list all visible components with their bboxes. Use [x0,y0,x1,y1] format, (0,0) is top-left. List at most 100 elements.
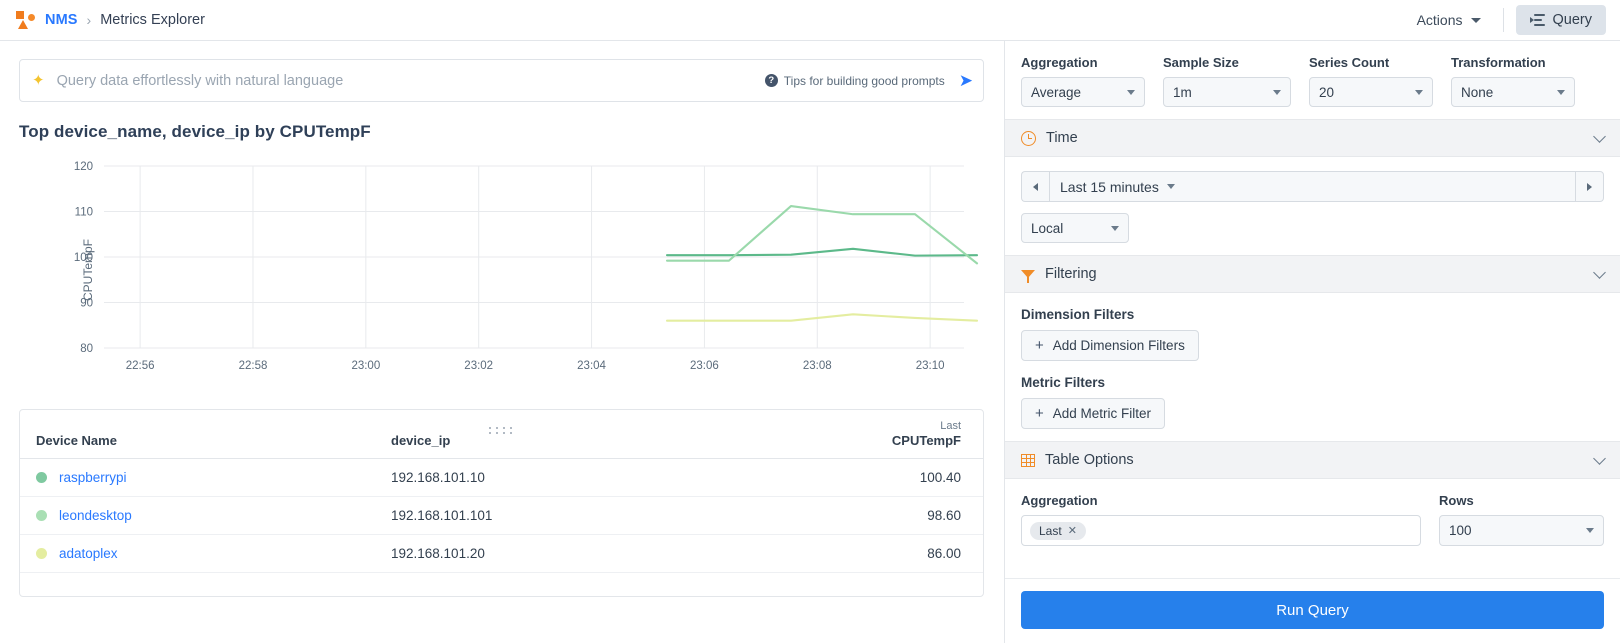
field-sample-size: Sample Size 1m [1163,55,1291,107]
timezone-select[interactable]: Local [1021,213,1129,243]
grid-icon [1021,453,1035,467]
column-header-device-name[interactable]: Device Name [20,410,375,459]
series-color-dot [36,548,47,559]
aggregation-select[interactable]: Average [1021,77,1145,107]
section-header-filtering[interactable]: Filtering [1005,255,1620,293]
search-input[interactable] [54,71,765,90]
query-panel-icon [1529,14,1545,26]
table-options-row: Aggregation Last ✕ Rows 100 [1021,493,1604,546]
close-icon[interactable]: ✕ [1068,524,1077,537]
column-label-device-name: Device Name [36,433,117,448]
top-bar-right: Actions Query [1407,5,1606,35]
cell-cputempf: 98.60 [755,496,983,535]
device-name-link[interactable]: leondesktop [59,508,132,523]
svg-text:23:04: 23:04 [577,360,606,372]
breadcrumb-metrics-explorer: Metrics Explorer [100,12,205,28]
chevron-down-icon[interactable] [1593,129,1606,143]
column-label-device-ip: device_ip [391,433,451,448]
svg-text:80: 80 [80,343,93,355]
send-query-icon[interactable]: ➤ [959,72,973,89]
chevron-down-icon[interactable] [1593,265,1606,279]
svg-text:22:56: 22:56 [126,360,155,372]
column-header-cputempf[interactable]: Last CPUTempF [755,410,983,459]
label-sample-size: Sample Size [1163,55,1239,70]
sample-size-value: 1m [1173,84,1192,100]
cell-device-name: leondesktop [20,496,375,535]
column-header-device-ip[interactable]: device_ip [375,410,755,459]
section-body-filtering: Dimension Filters + Add Dimension Filter… [1005,293,1620,441]
funnel-icon [1021,270,1035,283]
chart-resize-handle[interactable] [0,427,1004,434]
query-panel: Aggregation Average Sample Size 1m Serie… [1004,41,1620,643]
svg-text:23:00: 23:00 [351,360,380,372]
breadcrumb-separator: › [86,12,92,28]
chevron-down-icon [1470,17,1481,23]
svg-text:23:02: 23:02 [464,360,493,372]
time-range-row: Last 15 minutes [1021,171,1604,202]
add-dimension-filters-button[interactable]: + Add Dimension Filters [1021,330,1199,361]
table-row[interactable]: adatoplex 192.168.101.20 86.00 [20,534,983,573]
field-aggregation: Aggregation Average [1021,55,1145,107]
device-name-link[interactable]: adatoplex [59,546,118,561]
rows-select[interactable]: 100 [1439,515,1604,546]
time-range-next-button[interactable] [1576,171,1604,202]
device-name-link[interactable]: raspberrypi [59,470,127,485]
table-row[interactable]: leondesktop 192.168.101.101 98.60 [20,496,983,535]
run-query-button[interactable]: Run Query [1021,591,1604,629]
table-row[interactable]: raspberrypi 192.168.101.10 100.40 [20,458,983,497]
cell-cputempf: 100.40 [755,458,983,497]
plus-icon: + [1035,405,1044,422]
help-icon: ? [764,74,778,87]
cell-device-name: adatoplex [20,534,375,573]
label-transformation: Transformation [1451,55,1546,70]
chevron-down-icon [1557,89,1565,95]
add-metric-filter-label: Add Metric Filter [1052,406,1152,421]
label-metric-filters: Metric Filters [1021,375,1106,390]
aggregation-chip-label: Last [1039,523,1062,538]
table-header-row: Device Name device_ip Last CPUTempF [20,410,983,459]
query-button-label: Query [1552,12,1593,28]
run-query-footer: Run Query [1005,578,1620,643]
svg-text:23:06: 23:06 [690,360,719,372]
time-range-prev-button[interactable] [1021,171,1049,202]
clock-icon [1021,130,1036,146]
query-top-controls: Aggregation Average Sample Size 1m Serie… [1005,41,1620,119]
svg-text:23:10: 23:10 [916,360,945,372]
field-table-aggregation: Aggregation Last ✕ [1021,493,1421,546]
sample-size-select[interactable]: 1m [1163,77,1291,107]
field-series-count: Series Count 20 [1309,55,1433,107]
label-series-count: Series Count [1309,55,1390,70]
plus-icon: + [1035,337,1044,354]
section-header-table-options[interactable]: Table Options [1005,441,1620,479]
transformation-select[interactable]: None [1451,77,1575,107]
query-panel-toggle-button[interactable]: Query [1515,5,1606,35]
svg-text:100: 100 [74,252,93,264]
time-range-select[interactable]: Last 15 minutes [1049,171,1576,202]
column-label-cputempf: CPUTempF [891,433,961,448]
add-metric-filter-button[interactable]: + Add Metric Filter [1021,398,1166,429]
chart-canvas: 80 90 100 110 120 22:56 22:58 23:00 23:02 23:04 23… [74,161,979,372]
results-pane: ✦ ? Tips for building good prompts ➤ Top… [0,41,1004,643]
cell-cputempf: 86.00 [755,534,983,573]
aggregation-chip: Last ✕ [1030,521,1086,540]
nms-logo-icon [16,11,36,29]
actions-menu-button[interactable]: Actions [1407,7,1491,33]
chevron-down-icon [1273,89,1281,95]
section-title-time: Time [1046,130,1078,146]
chevron-down-icon [1415,89,1423,95]
svg-text:90: 90 [80,298,93,310]
label-rows: Rows [1439,493,1474,508]
section-header-time[interactable]: Time [1005,119,1620,157]
section-body-table-options: Aggregation Last ✕ Rows 100 [1005,479,1620,558]
sparkle-icon: ✦ [32,72,45,89]
tips-link[interactable]: ? Tips for building good prompts [764,73,945,88]
metrics-explorer-page: NMS › Metrics Explorer Actions Query ✦ Q… [0,0,1620,643]
tips-label: Tips for building good prompts [783,73,945,88]
table-aggregation-input[interactable]: Last ✕ [1021,515,1421,546]
cell-device-ip: 192.168.101.10 [375,458,755,497]
field-rows: Rows 100 [1439,493,1604,546]
series-count-select[interactable]: 20 [1309,77,1433,107]
breadcrumb-nms[interactable]: NMS [45,12,78,28]
timeseries-chart: CPUTempF 80 90 100 110 120 22:56 22:58 23:00 23:… [19,152,984,387]
chevron-down-icon[interactable] [1593,451,1606,465]
